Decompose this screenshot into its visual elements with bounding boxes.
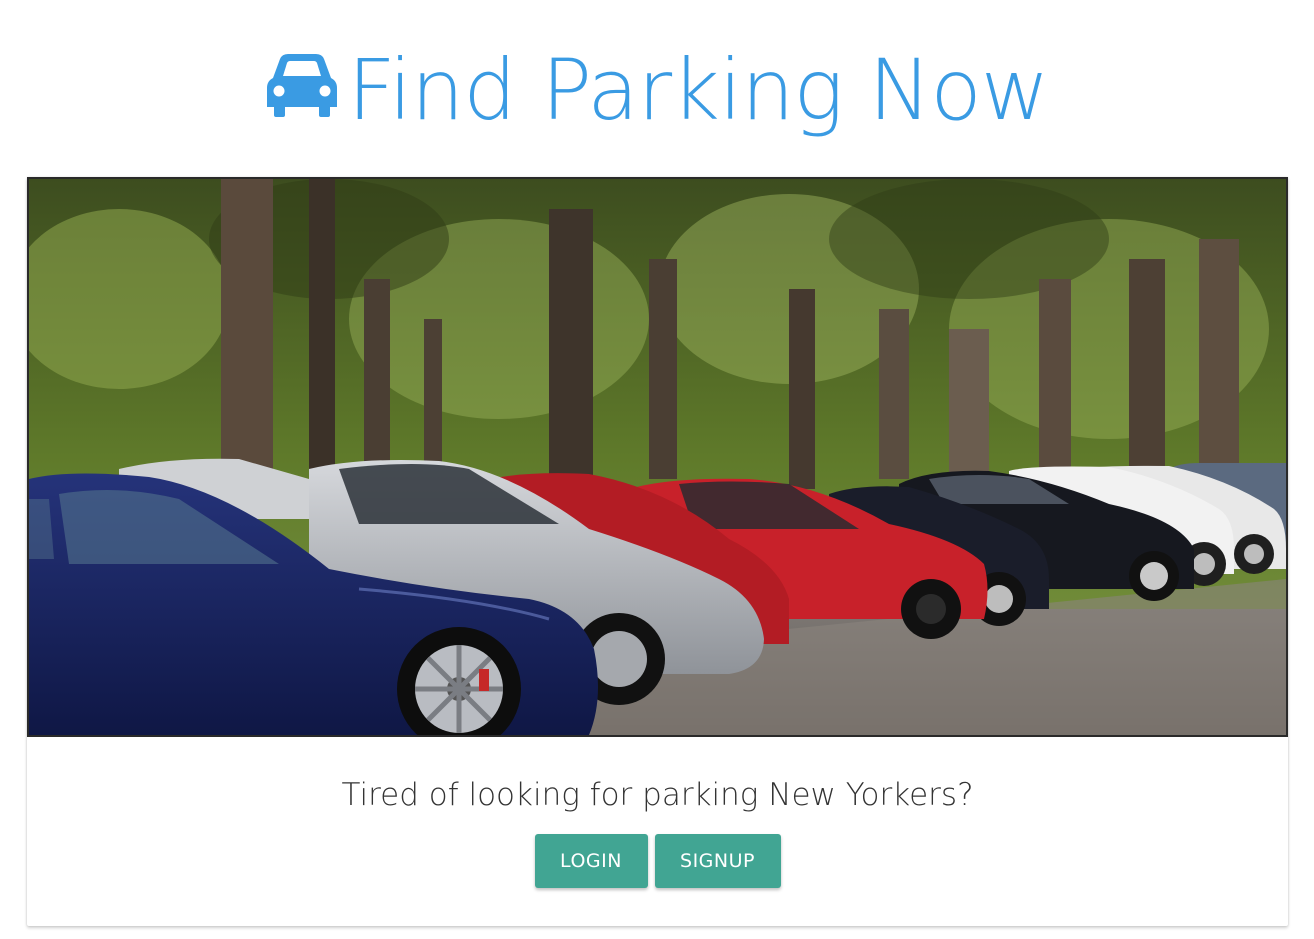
login-button[interactable]: LOGIN	[534, 834, 648, 888]
tagline: Tired of looking for parking New Yorkers…	[341, 777, 974, 813]
page-header: Find Parking Now	[0, 30, 1314, 150]
car-icon	[266, 54, 348, 121]
landing-page: Find Parking Now Tired of looking for pa…	[0, 0, 1314, 939]
auth-buttons: LOGIN SIGNUP	[27, 834, 1288, 888]
parked-cars-photo	[27, 177, 1288, 737]
page-title: Find Parking Now	[347, 41, 1050, 139]
signup-button[interactable]: SIGNUP	[654, 834, 781, 888]
hero-card: Tired of looking for parking New Yorkers…	[27, 177, 1288, 926]
